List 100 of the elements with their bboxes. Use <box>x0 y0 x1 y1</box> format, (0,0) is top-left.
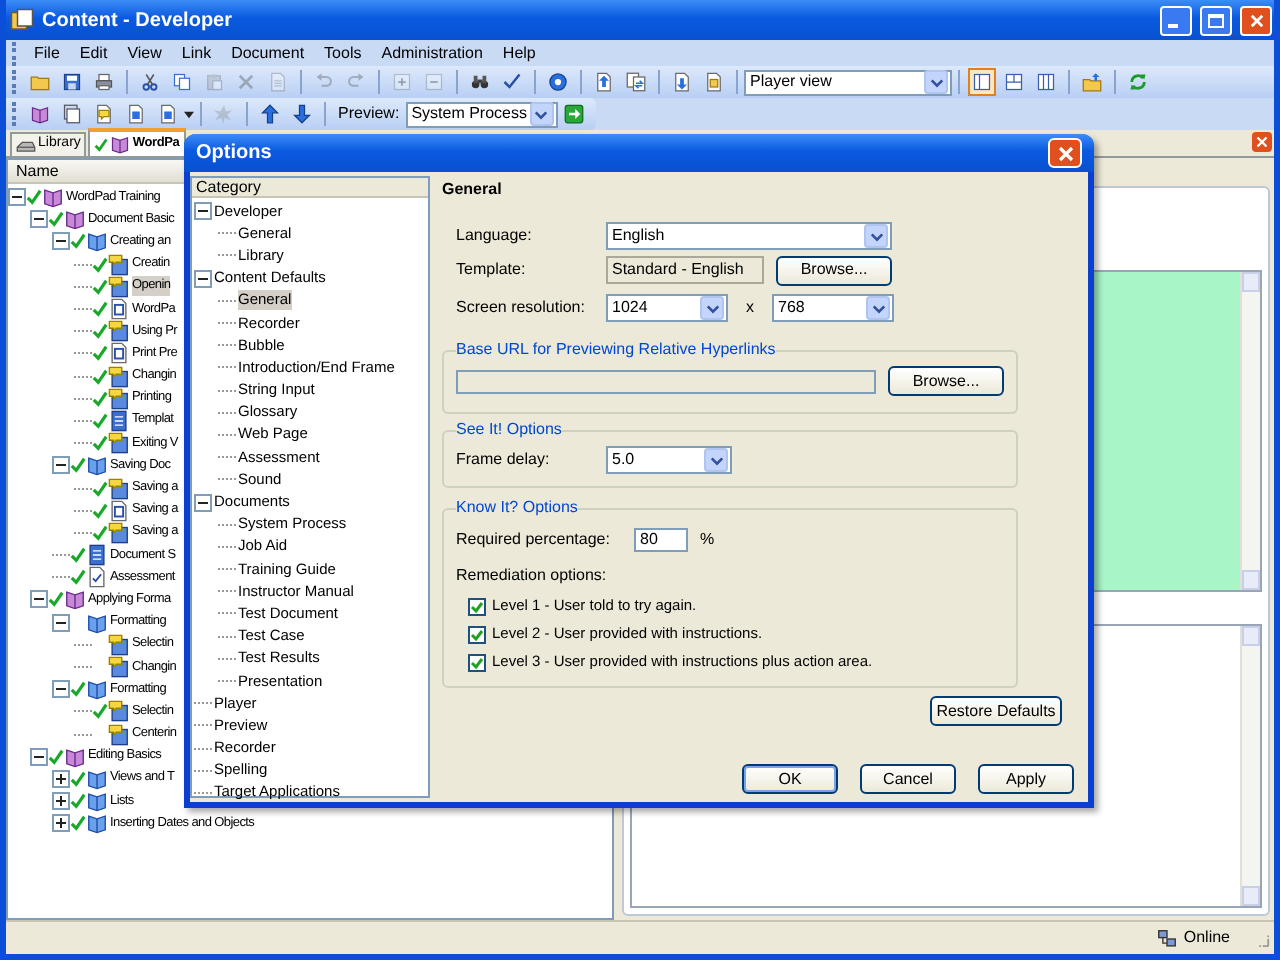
close-button[interactable] <box>1048 138 1082 168</box>
menu-item[interactable]: Edit <box>69 41 118 65</box>
speech-bubble-icon <box>108 656 130 679</box>
speech-bubble-icon <box>108 365 130 388</box>
dialog-button[interactable]: OK <box>742 764 838 794</box>
expand-toggle[interactable] <box>52 814 70 833</box>
copy-icon[interactable] <box>168 68 196 96</box>
book-icon <box>86 611 108 634</box>
scrollbar[interactable] <box>1240 626 1260 906</box>
collapse-toggle[interactable] <box>52 680 70 699</box>
collapse-toggle[interactable] <box>194 493 212 512</box>
collapse-toggle[interactable] <box>52 613 70 632</box>
browse-button[interactable]: Browse... <box>776 255 892 285</box>
template-field: Standard - English <box>606 256 764 284</box>
book-icon <box>86 454 108 477</box>
collapse-toggle[interactable] <box>30 590 48 609</box>
restore-defaults-button[interactable]: Restore Defaults <box>930 696 1062 726</box>
field-label: Required percentage: <box>456 528 612 552</box>
menu-item[interactable]: Tools <box>314 41 372 65</box>
column-header[interactable]: Category <box>192 178 428 198</box>
chevron-icon <box>871 301 885 315</box>
book-icon <box>86 812 108 835</box>
menu-item[interactable]: Administration <box>371 41 493 65</box>
checkbox[interactable] <box>468 597 486 615</box>
speech-bubble-icon <box>108 633 130 656</box>
expand-toggle[interactable] <box>52 769 70 788</box>
up-arrow-icon[interactable] <box>256 100 284 128</box>
refresh-icon[interactable] <box>1124 68 1152 96</box>
pages-icon[interactable] <box>622 68 650 96</box>
book-icon <box>86 767 108 790</box>
width-dropdown[interactable]: 1024 <box>606 294 728 322</box>
speech-bubble-icon <box>108 387 130 410</box>
collapse-toggle[interactable] <box>194 202 212 221</box>
down-arrow-icon[interactable] <box>288 100 316 128</box>
expand-toggle[interactable] <box>52 792 70 811</box>
dialog-title: Options <box>196 140 272 168</box>
dialog-button[interactable]: Cancel <box>860 764 956 794</box>
close-button[interactable] <box>1252 132 1272 152</box>
folder-icon[interactable] <box>1078 68 1106 96</box>
printer-icon[interactable] <box>90 68 118 96</box>
status-text: Online <box>1183 926 1230 950</box>
collapse-toggle[interactable] <box>194 269 212 288</box>
dialog-button[interactable]: Apply <box>978 764 1074 794</box>
menu-item[interactable]: Help <box>492 41 546 65</box>
collapse-toggle[interactable] <box>52 232 70 251</box>
speech-bubble-icon <box>108 700 130 723</box>
group-title: See It! Options <box>456 418 562 442</box>
field-label: Screen resolution: <box>456 296 587 320</box>
caret-icon[interactable] <box>184 109 194 119</box>
grip-handle[interactable] <box>12 70 18 94</box>
speech-bubble-icon <box>108 275 130 298</box>
chevron-icon <box>709 453 723 467</box>
book-icon <box>86 678 108 701</box>
grip-handle[interactable] <box>12 102 18 126</box>
layout-icon[interactable] <box>968 68 996 96</box>
browse-button[interactable]: Browse... <box>888 366 1004 396</box>
close-button[interactable] <box>1240 5 1272 35</box>
collapse-toggle[interactable] <box>52 456 70 475</box>
menu-item[interactable]: View <box>117 41 172 65</box>
collapse-toggle[interactable] <box>30 210 48 229</box>
checkmark-icon <box>94 137 109 151</box>
speech-bubble-icon <box>108 253 130 276</box>
field-label: Language: <box>456 224 534 248</box>
book-icon <box>64 745 86 768</box>
percentage-field[interactable]: 80 <box>634 528 688 552</box>
speech-bubble-icon <box>108 521 130 544</box>
book-icon <box>86 230 108 253</box>
speech-bubble-icon <box>108 432 130 455</box>
layout-icon[interactable] <box>1000 68 1028 96</box>
menu-item[interactable]: Document <box>221 41 315 65</box>
go-icon[interactable] <box>559 100 588 128</box>
book-icon <box>110 134 131 154</box>
checkbox[interactable] <box>468 625 486 643</box>
frame-delay-dropdown[interactable]: 5.0 <box>606 446 732 474</box>
dropdown[interactable]: System Process <box>405 101 558 127</box>
collapse-toggle[interactable] <box>30 747 48 766</box>
dropdown[interactable]: Player view <box>744 69 952 95</box>
book-icon <box>86 790 108 813</box>
menu-item[interactable]: File <box>24 41 70 65</box>
menu-item[interactable]: Link <box>171 41 222 65</box>
chevron-icon <box>705 301 719 315</box>
checkbox[interactable] <box>468 653 486 671</box>
page-icon <box>108 342 130 365</box>
page-title: General <box>442 180 504 200</box>
close-icon <box>1057 145 1073 161</box>
toolbar-label: Preview: <box>338 102 400 126</box>
book-icon <box>64 208 86 231</box>
minimize-button[interactable] <box>1160 5 1192 35</box>
collapse-toggle[interactable] <box>8 188 26 207</box>
window-title: Content - Developer <box>42 7 235 35</box>
document-icon <box>108 409 130 432</box>
layout-icon[interactable] <box>1032 68 1060 96</box>
maximize-button[interactable] <box>1200 5 1232 35</box>
close-icon <box>1256 136 1268 148</box>
scrollbar[interactable] <box>1240 272 1260 590</box>
language-dropdown[interactable]: English <box>606 222 892 250</box>
height-dropdown[interactable]: 768 <box>772 294 894 322</box>
help-icon[interactable] <box>544 68 572 96</box>
pages-icon[interactable] <box>58 100 86 128</box>
url-field[interactable] <box>456 369 876 393</box>
